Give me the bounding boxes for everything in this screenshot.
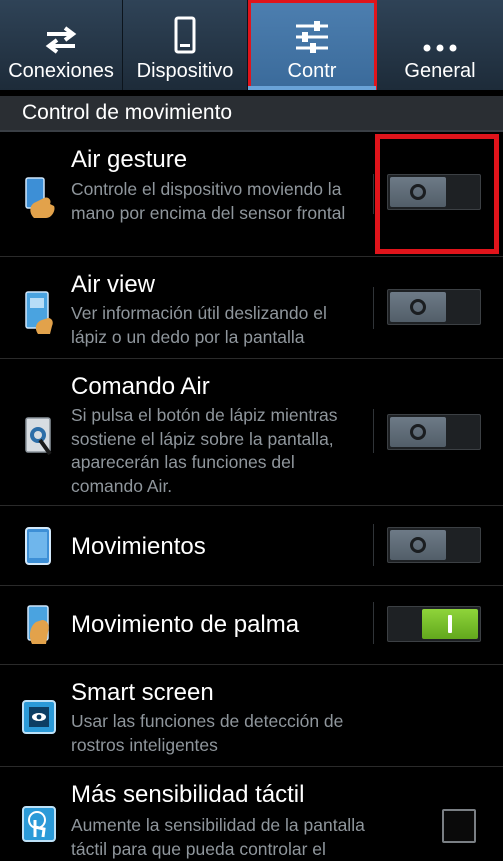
- toggle-knob: [390, 530, 446, 560]
- divider: [373, 287, 374, 329]
- setting-row-air-gesture[interactable]: Air gesture Controle el dispositivo movi…: [0, 134, 503, 257]
- tab-label: Contr: [287, 60, 337, 82]
- air-view-toggle[interactable]: [387, 289, 481, 325]
- section-header: Control de movimiento: [0, 96, 503, 132]
- setting-row-movimientos[interactable]: Movimientos: [0, 506, 503, 586]
- setting-row-sensibilidad-tactil[interactable]: Más sensibilidad táctil Aumente la sensi…: [0, 767, 503, 859]
- tab-dispositivo[interactable]: Dispositivo: [123, 0, 248, 90]
- divider: [373, 524, 374, 566]
- more-dots-icon: [422, 8, 458, 54]
- movimientos-toggle[interactable]: [387, 527, 481, 563]
- tab-label: Conexiones: [8, 60, 114, 82]
- palm-icon: [20, 602, 60, 646]
- row-title: Air gesture: [71, 146, 188, 173]
- toggle-knob: [390, 417, 446, 447]
- tab-conexiones[interactable]: Conexiones: [0, 0, 123, 90]
- smart-screen-eye-icon: [20, 695, 60, 739]
- row-description: Usar las funciones de detección de rostr…: [71, 711, 344, 755]
- row-title: Comando Air: [71, 373, 210, 400]
- tab-label: Dispositivo: [136, 60, 234, 82]
- toggle-knob: [390, 177, 446, 207]
- divider: [373, 602, 374, 644]
- touch-sensitivity-icon: [20, 803, 60, 847]
- sensibilidad-checkbox[interactable]: [442, 809, 476, 843]
- air-command-icon: [20, 414, 60, 458]
- hand-wave-icon: [20, 176, 60, 220]
- row-title: Más sensibilidad táctil: [71, 781, 305, 808]
- setting-row-air-view[interactable]: Air view Ver información útil deslizando…: [0, 257, 503, 359]
- row-title: Movimientos: [71, 533, 206, 560]
- tab-bar: Conexiones Dispositivo Contr General: [0, 0, 503, 90]
- row-description: Si pulsa el botón de lápiz mientras sost…: [71, 405, 338, 496]
- row-description: Controle el dispositivo moviendo la mano…: [71, 179, 346, 223]
- comando-air-toggle[interactable]: [387, 414, 481, 450]
- phone-icon: [174, 8, 196, 54]
- air-view-icon: [20, 290, 60, 334]
- motion-phone-icon: [20, 524, 60, 568]
- tab-general[interactable]: General: [377, 0, 503, 90]
- divider: [373, 174, 374, 214]
- setting-row-smart-screen[interactable]: Smart screen Usar las funciones de detec…: [0, 665, 503, 767]
- row-title: Movimiento de palma: [71, 611, 300, 638]
- row-description: Aumente la sensibilidad de la pantalla t…: [71, 815, 365, 859]
- toggle-knob: [422, 609, 478, 639]
- toggle-knob: [390, 292, 446, 322]
- row-description: Ver información útil deslizando el lápiz…: [71, 303, 327, 347]
- setting-row-comando-air[interactable]: Comando Air Si pulsa el botón de lápiz m…: [0, 359, 503, 506]
- row-title: Smart screen: [71, 679, 214, 706]
- air-gesture-toggle[interactable]: [387, 174, 481, 210]
- row-title: Air view: [71, 271, 156, 298]
- setting-row-movimiento-de-palma[interactable]: Movimiento de palma: [0, 586, 503, 665]
- sliders-icon: [294, 8, 330, 54]
- movimiento-palma-toggle[interactable]: [387, 606, 481, 642]
- divider: [373, 409, 374, 453]
- tab-label: General: [404, 60, 476, 82]
- tab-controles[interactable]: Contr: [248, 0, 377, 90]
- swap-arrows-icon: [43, 8, 79, 54]
